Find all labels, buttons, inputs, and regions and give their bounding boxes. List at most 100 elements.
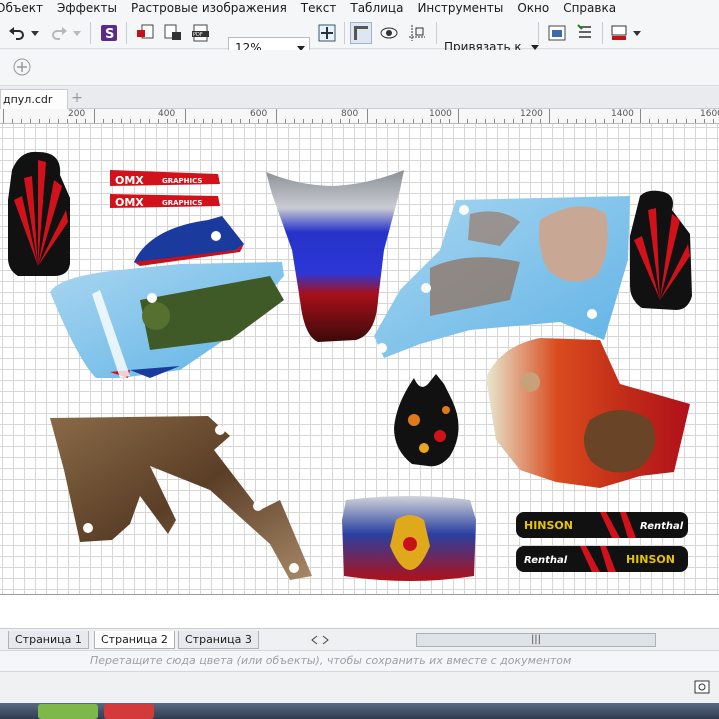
khokhloma-decal[interactable] (394, 374, 459, 467)
view-icon[interactable] (378, 22, 400, 44)
scroll-right-icon[interactable] (322, 634, 330, 648)
ruler-tick (494, 119, 496, 123)
ruler-tick (594, 119, 596, 123)
ruler-tick (84, 119, 86, 123)
ruler-tick (712, 119, 714, 123)
ruler-tick (75, 119, 77, 123)
ruler-tick (348, 119, 350, 123)
standard-toolbar: S PDF 12% Привязать к (0, 16, 719, 59)
ruler-tick (339, 119, 341, 123)
rooster-bear-decal[interactable] (486, 338, 690, 488)
ruler-tick (412, 119, 414, 123)
ruler-tick (621, 119, 623, 123)
redo-icon[interactable] (48, 22, 70, 44)
ruler-tick (549, 109, 550, 123)
ruler-tick (303, 119, 305, 123)
fender-flag-decal[interactable] (134, 216, 244, 266)
ruler-tick (539, 119, 541, 123)
hinson-sticker-2[interactable]: Renthal HINSON (516, 546, 688, 572)
omx-sticker-1[interactable]: OMX GRAPHICS (110, 170, 220, 187)
ruler-tick (503, 119, 505, 123)
ruler-tick (612, 119, 614, 123)
hinson-label: HINSON (524, 519, 573, 532)
add-page-icon[interactable] (10, 56, 34, 78)
options-icon[interactable] (546, 22, 568, 44)
drawing-canvas[interactable]: OMX GRAPHICS OMX GRAPHICS HINSON Renthal… (0, 124, 719, 594)
horizontal-scrollbar-thumb[interactable]: ||| (416, 633, 656, 647)
new-tab-icon[interactable]: + (70, 90, 84, 106)
menu-object[interactable]: Объект (0, 1, 43, 15)
shroud-portrait-decal[interactable] (374, 196, 630, 358)
ruler-tick (230, 119, 232, 123)
screen-icon[interactable] (694, 680, 710, 697)
menu-effects[interactable]: Эффекты (57, 1, 117, 15)
lines-icon[interactable] (574, 22, 596, 44)
tank-cover-flag-decal[interactable] (266, 170, 404, 342)
redo-dropdown-icon[interactable] (72, 22, 82, 44)
taskbar-app-icon[interactable] (104, 704, 154, 719)
renthal-label: Renthal (524, 555, 568, 566)
menu-window[interactable]: Окно (517, 1, 549, 15)
ruler-tick (48, 119, 50, 123)
ruler-tick (330, 119, 332, 123)
rulers-icon[interactable] (350, 22, 372, 44)
scroll-left-icon[interactable] (310, 634, 318, 648)
export-icon[interactable] (162, 22, 184, 44)
ruler-tick (185, 109, 186, 123)
ruler-tick (376, 119, 378, 123)
document-tab-label: дпул.cdr (3, 93, 53, 106)
ruler-tick (530, 119, 532, 123)
side-plate-left[interactable] (8, 151, 70, 276)
ruler-tick (576, 119, 578, 123)
menu-bitmaps[interactable]: Растровые изображения (131, 1, 287, 15)
omx-sticker-2[interactable]: OMX GRAPHICS (110, 194, 220, 209)
ruler-tick (194, 119, 196, 123)
artwork: OMX GRAPHICS OMX GRAPHICS HINSON Renthal… (8, 151, 692, 581)
side-plate-right[interactable] (630, 190, 692, 310)
menu-tools[interactable]: Инструменты (417, 1, 503, 15)
ruler-tick (439, 119, 441, 123)
ruler-tick (57, 119, 59, 123)
page-tab-2[interactable]: Страница 2 (94, 631, 175, 649)
cowl-coat-of-arms-decal[interactable] (342, 496, 476, 581)
omx-sticker-title: OMX (115, 196, 144, 209)
fullscreen-icon[interactable] (316, 22, 338, 44)
shroud-kremlin-decal[interactable] (50, 262, 284, 378)
ruler-label: 200 (68, 109, 86, 119)
ruler-tick (321, 119, 323, 123)
hinson-label: HINSON (626, 553, 675, 566)
page-tab-1[interactable]: Страница 1 (8, 631, 89, 649)
ruler-label: 800 (341, 109, 359, 119)
taskbar-app-icon[interactable] (38, 704, 98, 719)
ruler-tick (630, 119, 632, 123)
ruler-tick (112, 119, 114, 123)
menu-help[interactable]: Справка (563, 1, 616, 15)
horizontal-ruler[interactable]: 200 400 600 800 1000 1200 1400 1600 (0, 109, 719, 124)
taskbar (0, 703, 719, 719)
document-tab[interactable]: дпул.cdr (0, 89, 68, 109)
undo-icon[interactable] (6, 22, 28, 44)
color-dropdown-icon[interactable] (632, 22, 642, 44)
launch-icon[interactable]: S (98, 22, 120, 44)
pdf-icon[interactable]: PDF (190, 22, 212, 44)
ruler-tick (403, 119, 405, 123)
ruler-tick (640, 109, 641, 123)
menu-table[interactable]: Таблица (350, 1, 403, 15)
shroud-bear-decal[interactable] (50, 416, 312, 580)
menu-text[interactable]: Текст (301, 1, 337, 15)
color-icon[interactable] (608, 22, 630, 44)
omx-sticker-subtitle: GRAPHICS (162, 177, 202, 185)
ruler-tick (66, 119, 68, 123)
guides-icon[interactable] (406, 22, 428, 44)
document-palette[interactable]: Перетащите сюда цвета (или объекты), что… (0, 650, 719, 671)
ruler-tick (30, 119, 32, 123)
ruler-tick (266, 119, 268, 123)
ruler-tick (157, 119, 159, 123)
svg-text:PDF: PDF (193, 32, 203, 38)
document-tab-bar: дпул.cdr + (0, 87, 719, 109)
undo-dropdown-icon[interactable] (30, 22, 40, 44)
page-tab-3[interactable]: Страница 3 (178, 631, 259, 649)
ruler-tick (649, 119, 651, 123)
hinson-sticker-1[interactable]: HINSON Renthal (516, 512, 688, 538)
import-icon[interactable] (134, 22, 156, 44)
